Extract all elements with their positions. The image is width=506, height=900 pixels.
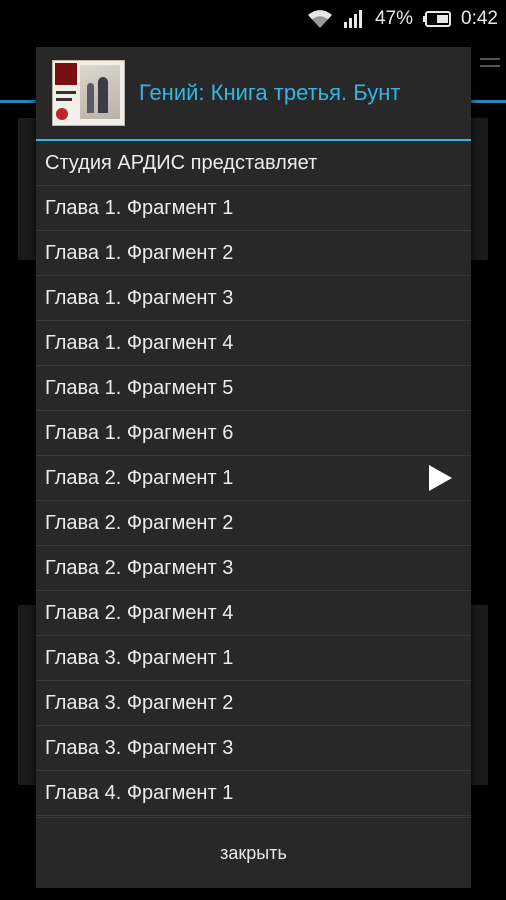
chapter-label: Глава 1. Фрагмент 2 bbox=[45, 241, 234, 264]
chapter-label: Глава 4. Фрагмент 1 bbox=[45, 781, 234, 804]
chapter-label: Глава 1. Фрагмент 1 bbox=[45, 196, 234, 219]
chapter-list-item[interactable]: Глава 1. Фрагмент 2 bbox=[36, 231, 471, 276]
wifi-icon bbox=[307, 9, 333, 29]
chapter-label: Глава 2. Фрагмент 4 bbox=[45, 601, 234, 624]
dialog-footer: закрыть bbox=[36, 817, 471, 888]
chapter-list-item[interactable]: Глава 3. Фрагмент 2 bbox=[36, 681, 471, 726]
chapter-list-item[interactable]: Глава 3. Фрагмент 1 bbox=[36, 636, 471, 681]
chapter-label: Глава 1. Фрагмент 5 bbox=[45, 376, 234, 399]
chapter-list-item[interactable]: Глава 1. Фрагмент 5 bbox=[36, 366, 471, 411]
chapters-dialog: Гений: Книга третья. Бунт Студия АРДИС п… bbox=[36, 47, 471, 888]
chapter-label: Глава 3. Фрагмент 1 bbox=[45, 646, 234, 669]
chapter-label: Глава 2. Фрагмент 1 bbox=[45, 466, 234, 489]
chapter-label: Глава 1. Фрагмент 3 bbox=[45, 286, 234, 309]
book-cover-image bbox=[52, 60, 125, 126]
chapter-label: Глава 3. Фрагмент 2 bbox=[45, 691, 234, 714]
chapter-list-item[interactable]: Глава 1. Фрагмент 6 bbox=[36, 411, 471, 456]
battery-icon bbox=[423, 11, 452, 27]
close-button[interactable]: закрыть bbox=[196, 835, 311, 872]
status-bar: 47% 0:42 bbox=[0, 0, 506, 38]
chapter-list-item[interactable]: Глава 2. Фрагмент 3 bbox=[36, 546, 471, 591]
chapter-label: Глава 3. Фрагмент 3 bbox=[45, 736, 234, 759]
overflow-menu-icon bbox=[480, 58, 500, 74]
now-playing-icon bbox=[429, 465, 452, 491]
chapter-label: Студия АРДИС представляет bbox=[45, 151, 318, 174]
chapter-list-item[interactable]: Глава 2. Фрагмент 1 bbox=[36, 456, 471, 501]
chapter-list-item[interactable]: Глава 1. Фрагмент 1 bbox=[36, 186, 471, 231]
chapter-label: Глава 1. Фрагмент 6 bbox=[45, 421, 234, 444]
signal-icon bbox=[343, 9, 365, 29]
chapter-label: Глава 1. Фрагмент 4 bbox=[45, 331, 234, 354]
chapter-list-item[interactable]: Студия АРДИС представляет bbox=[36, 141, 471, 186]
chapter-list-item[interactable]: Глава 1. Фрагмент 4 bbox=[36, 321, 471, 366]
chapter-list-item[interactable]: Глава 3. Фрагмент 3 bbox=[36, 726, 471, 771]
dialog-title: Гений: Книга третья. Бунт bbox=[139, 80, 401, 105]
chapter-list-item[interactable]: Глава 2. Фрагмент 4 bbox=[36, 591, 471, 636]
chapter-label: Глава 2. Фрагмент 2 bbox=[45, 511, 234, 534]
screen: 47% 0:42 Гений: Книга третья. Бунт Студи… bbox=[0, 0, 506, 900]
chapter-list-item[interactable]: Глава 1. Фрагмент 3 bbox=[36, 276, 471, 321]
chapter-label: Глава 2. Фрагмент 3 bbox=[45, 556, 234, 579]
chapter-list-item[interactable]: Глава 4. Фрагмент 1 bbox=[36, 771, 471, 816]
clock: 0:42 bbox=[461, 8, 498, 29]
dialog-header: Гений: Книга третья. Бунт bbox=[36, 47, 471, 139]
battery-percent: 47% bbox=[374, 8, 414, 29]
chapter-list[interactable]: Студия АРДИС представляет Глава 1. Фрагме… bbox=[36, 141, 471, 817]
chapter-list-item[interactable]: Глава 2. Фрагмент 2 bbox=[36, 501, 471, 546]
